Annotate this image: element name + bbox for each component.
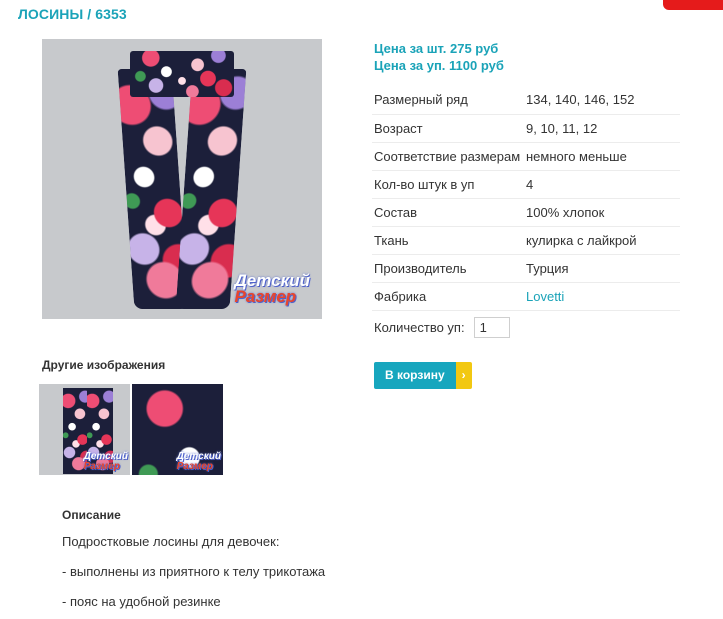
spec-row: Состав 100% хлопок xyxy=(372,198,680,227)
price-block: Цена за шт. 275 руб Цена за уп. 1100 руб xyxy=(374,40,504,74)
description-line: - выполнены из приятного к телу трикотаж… xyxy=(62,564,326,579)
specs-table: Размерный ряд 134, 140, 146, 152 Возраст… xyxy=(372,86,680,311)
spec-label: Размерный ряд xyxy=(372,86,524,115)
spec-label: Состав xyxy=(372,198,524,227)
spec-value: 100% хлопок xyxy=(524,198,680,227)
spec-label: Фабрика xyxy=(372,282,524,311)
spec-row: Соответствие размерам немного меньше xyxy=(372,142,680,171)
spec-value: 134, 140, 146, 152 xyxy=(524,86,680,115)
spec-label: Кол-во штук в уп xyxy=(372,170,524,199)
thumbnail-1[interactable]: Детский Размер xyxy=(39,384,130,475)
spec-row: Возраст 9, 10, 11, 12 xyxy=(372,114,680,143)
spec-value: Турция xyxy=(524,254,680,283)
main-product-photo[interactable]: Детский Размер xyxy=(42,39,322,319)
factory-link[interactable]: Lovetti xyxy=(526,289,564,304)
leggings-image xyxy=(117,51,247,309)
quantity-row: Количество уп: xyxy=(374,317,510,338)
corner-tab[interactable] xyxy=(663,0,723,10)
description-line: Подростковые лосины для девочек: xyxy=(62,534,280,549)
spec-label: Производитель xyxy=(372,254,524,283)
quantity-label: Количество уп: xyxy=(374,320,465,335)
thumbnail-2[interactable]: Детский Размер xyxy=(132,384,223,475)
other-images-title: Другие изображения xyxy=(42,358,166,372)
spec-value: 4 xyxy=(524,170,680,199)
page-title: ЛОСИНЫ / 6353 xyxy=(18,6,127,22)
spec-label: Ткань xyxy=(372,226,524,255)
spec-row: Ткань кулирка с лайкрой xyxy=(372,226,680,255)
description-line: - пояс на удобной резинке xyxy=(62,594,221,609)
spec-label: Соответствие размерам xyxy=(372,142,524,171)
spec-value: кулирка с лайкрой xyxy=(524,226,680,255)
watermark-logo: Детский Размер xyxy=(234,270,310,306)
add-to-cart-button[interactable]: В корзину › xyxy=(374,362,472,389)
spec-value: 9, 10, 11, 12 xyxy=(524,114,680,143)
watermark-logo: Детский Размер xyxy=(83,451,128,472)
cart-button-label: В корзину xyxy=(374,362,456,389)
spec-label: Возраст xyxy=(372,114,524,143)
spec-row: Производитель Турция xyxy=(372,254,680,283)
price-per-pack: Цена за уп. 1100 руб xyxy=(374,58,504,73)
quantity-input[interactable] xyxy=(473,317,510,338)
spec-row: Кол-во штук в уп 4 xyxy=(372,170,680,199)
price-per-piece: Цена за шт. 275 руб xyxy=(374,41,499,56)
description-section: Описание Подростковые лосины для девочек… xyxy=(62,508,325,619)
chevron-right-icon: › xyxy=(455,362,472,389)
leggings-waist xyxy=(130,51,234,97)
watermark-logo: Детский Размер xyxy=(176,451,221,472)
spec-value: немного меньше xyxy=(524,142,680,171)
spec-row: Размерный ряд 134, 140, 146, 152 xyxy=(372,86,680,115)
description-title: Описание xyxy=(62,508,121,522)
spec-value: Lovetti xyxy=(524,282,680,311)
spec-row: Фабрика Lovetti xyxy=(372,282,680,311)
